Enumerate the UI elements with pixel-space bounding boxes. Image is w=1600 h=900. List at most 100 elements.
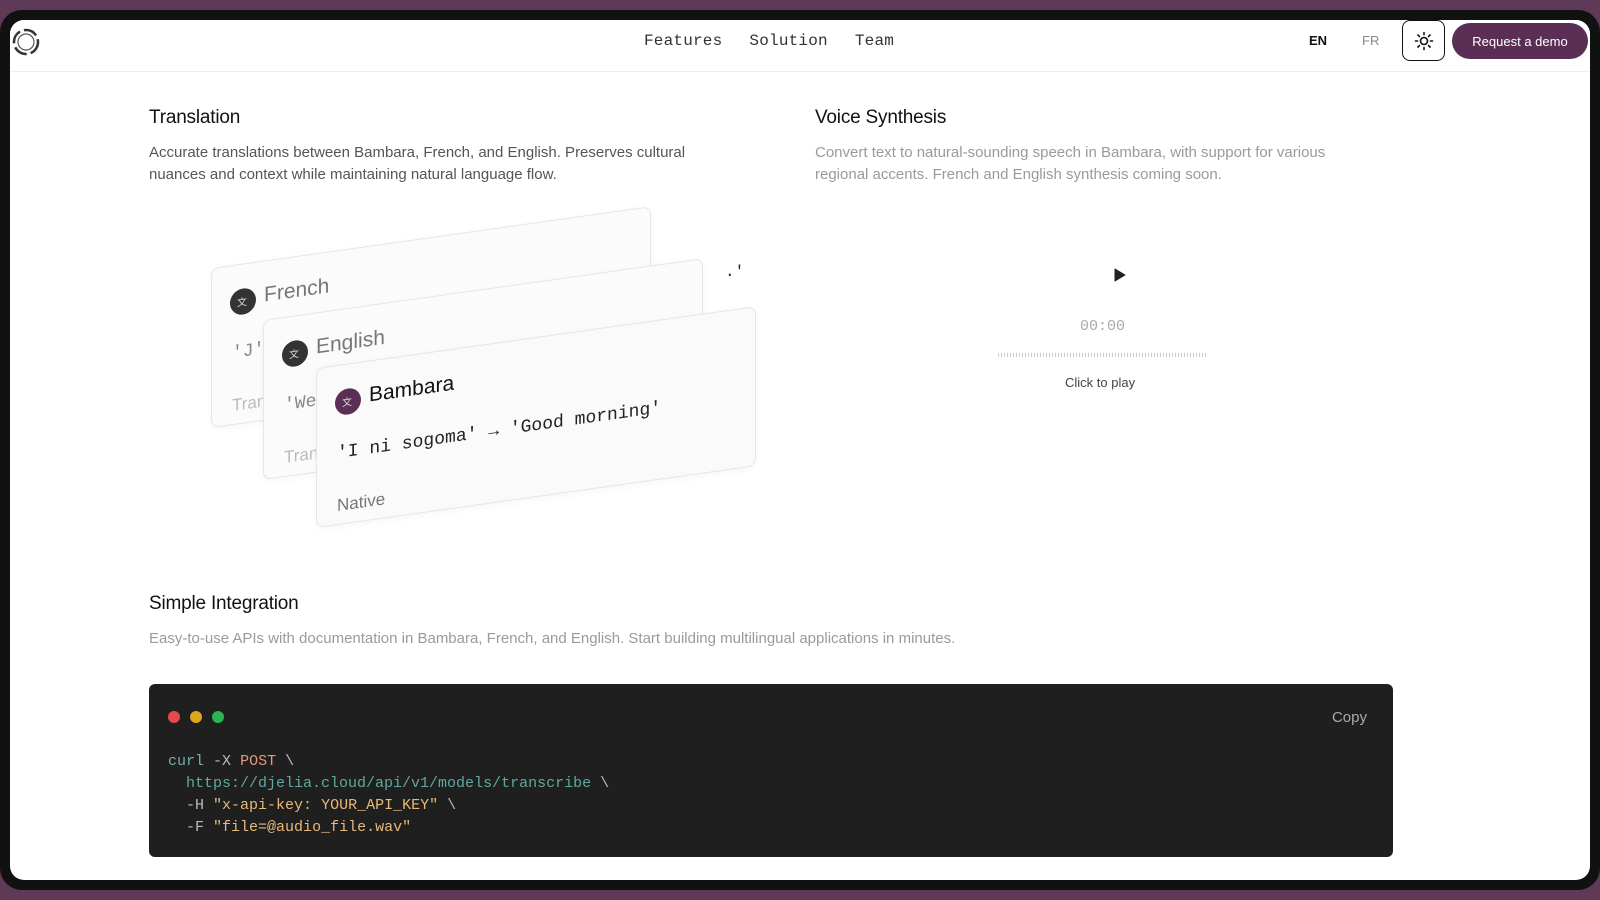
waveform-tick xyxy=(1073,353,1074,357)
code-token: POST xyxy=(240,753,277,770)
code-token: "x-api-key: YOUR_API_KEY" xyxy=(213,797,439,814)
play-icon xyxy=(1114,268,1126,282)
waveform-tick xyxy=(1127,353,1128,357)
waveform-tick xyxy=(1100,353,1101,357)
top-navbar: Features Solution Team EN FR Request a d… xyxy=(10,20,1590,72)
waveform-tick xyxy=(1061,353,1062,357)
nav-link-solution[interactable]: Solution xyxy=(749,32,827,50)
waveform-tick xyxy=(1196,353,1197,357)
waveform-tick xyxy=(1202,353,1203,357)
waveform-tick xyxy=(1115,353,1116,357)
code-block: Copy curl -X POST \ https://djelia.cloud… xyxy=(149,684,1393,857)
waveform-tick xyxy=(1025,353,1026,357)
waveform-tick xyxy=(1187,353,1188,357)
waveform-tick xyxy=(1163,353,1164,357)
waveform-tick xyxy=(1181,353,1182,357)
waveform-tick xyxy=(1172,353,1173,357)
translate-icon: 文 xyxy=(230,286,256,317)
card-text: 'I ni sogoma' → 'Good morning' xyxy=(337,398,662,465)
svg-text:文: 文 xyxy=(289,347,299,361)
waveform-tick xyxy=(1037,353,1038,357)
waveform-tick xyxy=(1013,353,1014,357)
waveform-tick xyxy=(1121,353,1122,357)
waveform-tick xyxy=(1151,353,1152,357)
waveform-tick xyxy=(998,353,999,357)
waveform-tick xyxy=(1007,353,1008,357)
voice-desc-line2: regional accents. French and English syn… xyxy=(815,166,1222,183)
translate-icon: 文 xyxy=(335,386,361,417)
translate-icon: 文 xyxy=(282,338,308,369)
waveform-tick xyxy=(1106,353,1107,357)
nav-links: Features Solution Team xyxy=(644,32,894,50)
waveform-tick xyxy=(1088,353,1089,357)
code-token: "file=@audio_file.wav" xyxy=(213,819,412,836)
card-text: 'J' xyxy=(232,339,265,365)
lang-fr-button[interactable]: FR xyxy=(1362,33,1379,48)
code-token: -H xyxy=(186,797,205,814)
waveform-tick xyxy=(1139,353,1140,357)
waveform-tick xyxy=(1190,353,1191,357)
waveform-tick xyxy=(1145,353,1146,357)
waveform-tick xyxy=(1031,353,1032,357)
waveform-tick xyxy=(1004,353,1005,357)
waveform-tick xyxy=(1022,353,1023,357)
waveform-tick xyxy=(1082,353,1083,357)
waveform-tick xyxy=(1010,353,1011,357)
audio-waveform[interactable] xyxy=(998,353,1208,357)
waveform-tick xyxy=(1043,353,1044,357)
waveform-tick xyxy=(1094,353,1095,357)
card-language-label: English xyxy=(316,325,385,359)
card-tag: Native xyxy=(337,489,386,516)
nav-link-team[interactable]: Team xyxy=(855,32,894,50)
window-maximize-dot xyxy=(212,711,224,723)
code-token: -F xyxy=(186,819,205,836)
browser-viewport: Features Solution Team EN FR Request a d… xyxy=(10,20,1590,880)
translation-title: Translation xyxy=(149,107,241,128)
copy-button[interactable]: Copy xyxy=(1332,709,1367,726)
code-token: \ xyxy=(285,753,295,770)
theme-toggle-button[interactable] xyxy=(1402,20,1445,61)
waveform-tick xyxy=(1103,353,1104,357)
svg-text:文: 文 xyxy=(342,395,352,409)
window-close-dot xyxy=(168,711,180,723)
lang-en-button[interactable]: EN xyxy=(1309,33,1327,48)
stray-quote: .' xyxy=(725,263,745,281)
waveform-tick xyxy=(1040,353,1041,357)
nav-link-features[interactable]: Features xyxy=(644,32,722,50)
translation-desc-line1: Accurate translations between Bambara, F… xyxy=(149,144,686,161)
waveform-tick xyxy=(1205,353,1206,357)
waveform-tick xyxy=(1064,353,1065,357)
waveform-tick xyxy=(1079,353,1080,357)
waveform-tick xyxy=(1091,353,1092,357)
waveform-tick xyxy=(1160,353,1161,357)
waveform-tick xyxy=(1133,353,1134,357)
waveform-tick xyxy=(1097,353,1098,357)
waveform-tick xyxy=(1049,353,1050,357)
window-minimize-dot xyxy=(190,711,202,723)
waveform-tick xyxy=(1076,353,1077,357)
waveform-tick xyxy=(1109,353,1110,357)
code-token: curl xyxy=(168,753,205,770)
card-tag: Tran xyxy=(284,443,319,468)
request-demo-button[interactable]: Request a demo xyxy=(1452,23,1588,59)
card-text: 'We xyxy=(284,391,317,417)
card-language-label: Bambara xyxy=(369,371,455,407)
code-token: \ xyxy=(447,797,457,814)
translation-desc-line2: nuances and context while maintaining na… xyxy=(149,166,557,183)
waveform-tick xyxy=(1070,353,1071,357)
waveform-tick xyxy=(1028,353,1029,357)
waveform-tick xyxy=(1199,353,1200,357)
card-language-label: French xyxy=(264,274,330,307)
waveform-tick xyxy=(1085,353,1086,357)
logo-icon[interactable] xyxy=(10,26,42,58)
waveform-tick xyxy=(1169,353,1170,357)
svg-text:文: 文 xyxy=(237,295,247,309)
waveform-tick xyxy=(1142,353,1143,357)
waveform-tick xyxy=(1112,353,1113,357)
play-button[interactable] xyxy=(1113,268,1127,287)
waveform-tick xyxy=(1019,353,1020,357)
audio-timer: 00:00 xyxy=(1080,318,1126,335)
waveform-tick xyxy=(1052,353,1053,357)
waveform-tick xyxy=(1193,353,1194,357)
card-tag: Tran xyxy=(232,391,267,416)
